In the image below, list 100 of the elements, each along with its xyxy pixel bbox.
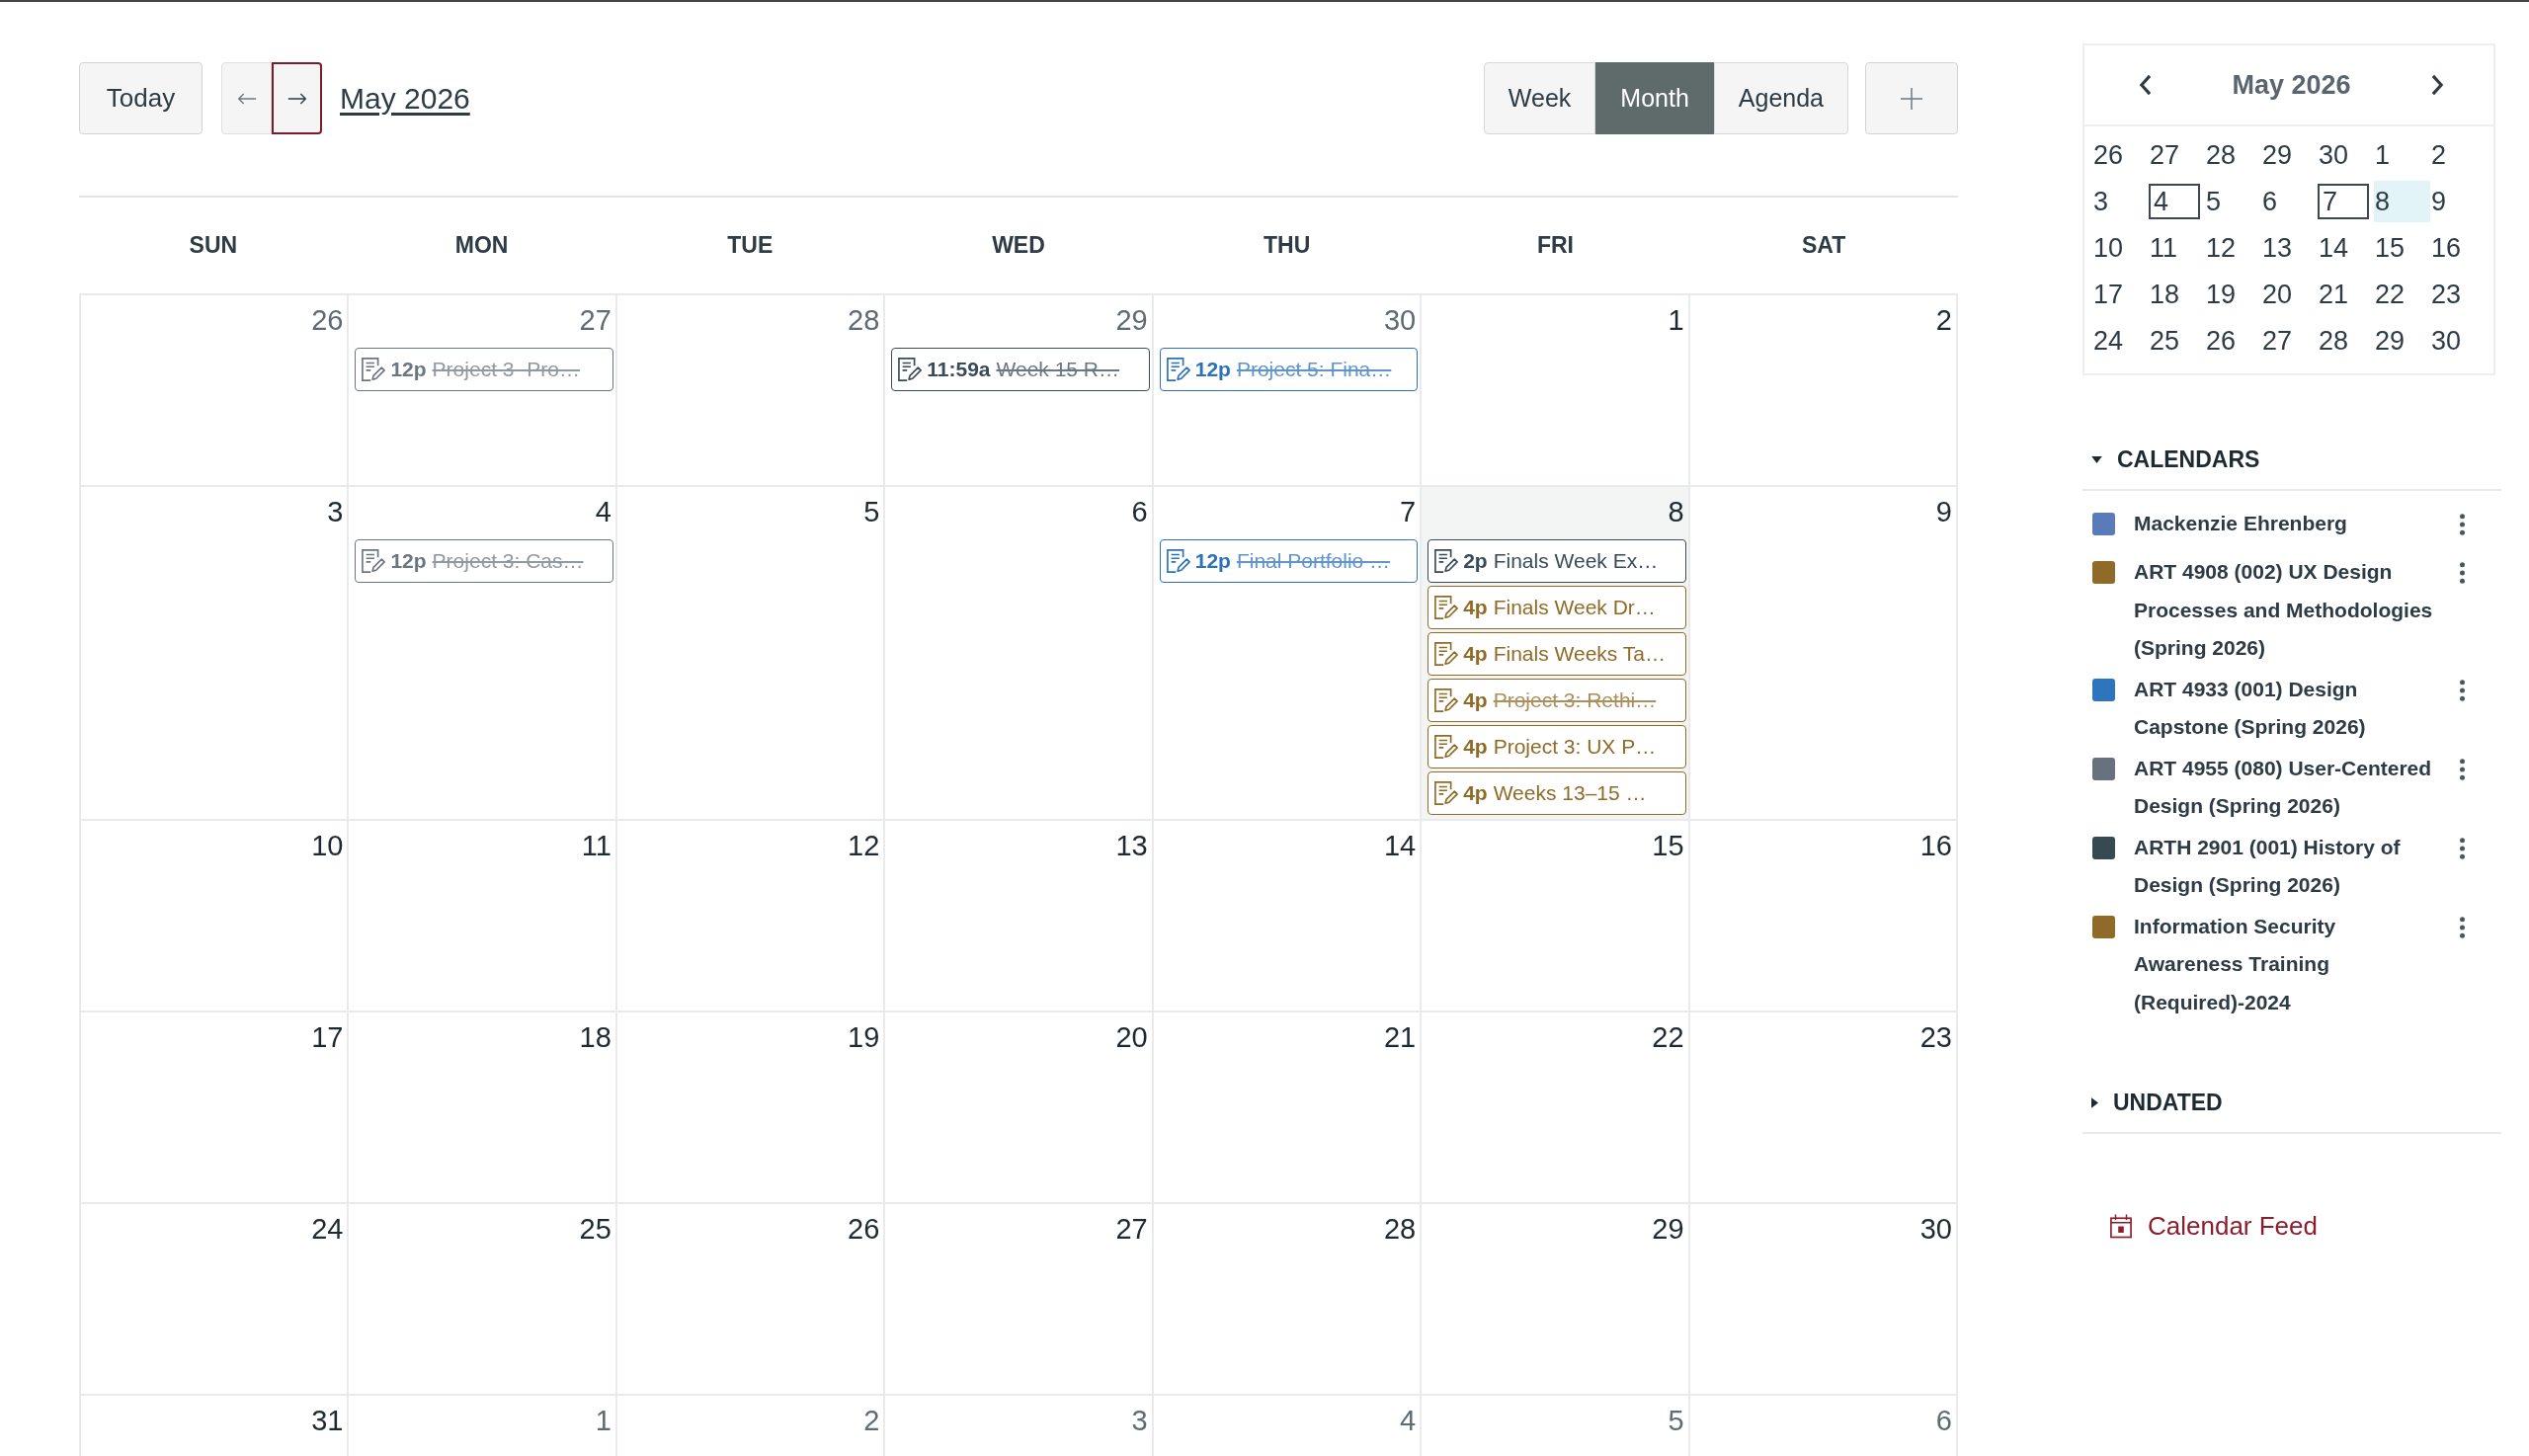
mini-day[interactable]: 12 [2205, 227, 2261, 269]
calendar-name[interactable]: ART 4955 (080) User-Centered Design (Spring 2026) [2134, 749, 2444, 826]
event-chip[interactable]: 12p Project 3- Pro… [355, 348, 613, 391]
event-chip[interactable]: 2p Finals Week Ex… [1428, 539, 1686, 583]
swatch-icon[interactable] [2092, 678, 2115, 701]
day-number[interactable]: 27 [1115, 1211, 1148, 1247]
day-number[interactable]: 24 [311, 1211, 344, 1247]
section-toggle[interactable]: CALENDARS [2082, 440, 2260, 479]
mini-day[interactable]: 28 [2205, 134, 2261, 176]
event-chip[interactable]: 12p Project 3: Cas… [355, 539, 613, 583]
day-number[interactable]: 26 [848, 1211, 880, 1247]
event-chip[interactable]: 4p Project 3: Rethi… [1428, 679, 1686, 722]
more-options-icon[interactable] [2460, 916, 2465, 938]
mini-day[interactable]: 10 [2092, 227, 2149, 269]
mini-day[interactable]: 21 [2318, 274, 2374, 315]
day-number[interactable]: 2 [863, 1403, 880, 1438]
mini-day[interactable]: 29 [2374, 320, 2430, 362]
calendar-name[interactable]: ARTH 2901 (001) History of Design (Spring 2026) [2134, 828, 2444, 905]
day-number[interactable]: 21 [1383, 1019, 1417, 1055]
event-chip[interactable]: 4p Finals Week Dr… [1428, 586, 1686, 629]
mini-day[interactable]: 7 [2318, 184, 2369, 219]
more-options-icon[interactable] [2460, 837, 2465, 859]
day-number[interactable]: 2 [1935, 302, 1952, 338]
mini-day[interactable]: 14 [2318, 227, 2374, 269]
mini-day[interactable]: 1 [2374, 134, 2430, 176]
section-toggle[interactable]: UNDATED [2082, 1083, 2223, 1122]
more-options-icon[interactable] [2460, 562, 2465, 584]
day-number[interactable]: 1 [1668, 302, 1684, 338]
mini-day[interactable]: 8 [2374, 181, 2430, 222]
swatch-icon[interactable] [2092, 757, 2115, 780]
calendar-name[interactable]: ART 4908 (002) UX Design Processes and Methodologies (Spring 2026) [2134, 553, 2444, 668]
more-options-icon[interactable] [2460, 679, 2465, 701]
mini-day[interactable]: 16 [2430, 227, 2487, 269]
day-number[interactable]: 30 [1383, 302, 1417, 338]
view-tab[interactable]: Agenda [1713, 62, 1848, 134]
day-number[interactable]: 26 [311, 302, 344, 338]
day-number[interactable]: 11 [581, 828, 612, 863]
event-chip[interactable]: 4p Finals Weeks Ta… [1428, 632, 1686, 676]
view-tab[interactable]: Week [1483, 62, 1596, 134]
view-tab[interactable]: Month [1595, 62, 1714, 134]
day-number[interactable]: 5 [863, 494, 880, 529]
mini-day[interactable]: 13 [2261, 227, 2318, 269]
mini-day[interactable]: 6 [2261, 181, 2318, 222]
calendar-name[interactable]: Information Security Awareness Training (Required)-2024 [2134, 907, 2444, 1021]
chevron-left-icon[interactable] [2139, 74, 2152, 96]
calendar-name[interactable]: ART 4933 (001) Design Capstone (Spring 2026) [2134, 670, 2444, 747]
day-number[interactable]: 23 [1919, 1019, 1952, 1055]
day-number[interactable]: 6 [1935, 1403, 1952, 1438]
mini-day[interactable]: 4 [2149, 184, 2200, 219]
day-number[interactable]: 4 [1400, 1403, 1417, 1438]
day-number[interactable]: 17 [311, 1019, 344, 1055]
mini-day[interactable]: 28 [2318, 320, 2374, 362]
mini-day[interactable]: 20 [2261, 274, 2318, 315]
event-chip[interactable]: 12p Project 5: Fina… [1159, 348, 1419, 391]
month-title[interactable]: May 2026 [340, 81, 470, 116]
mini-day[interactable]: 19 [2205, 274, 2261, 315]
mini-day[interactable]: 26 [2205, 320, 2261, 362]
day-number[interactable]: 3 [1131, 1403, 1148, 1438]
day-number[interactable]: 8 [1668, 494, 1684, 529]
calendar-name[interactable]: Mackenzie Ehrenberg [2134, 505, 2444, 543]
day-number[interactable]: 29 [1652, 1211, 1684, 1247]
next-button[interactable] [272, 62, 322, 134]
more-options-icon[interactable] [2460, 514, 2465, 535]
day-number[interactable]: 10 [311, 828, 344, 863]
day-number[interactable]: 31 [311, 1403, 344, 1438]
more-options-icon[interactable] [2460, 758, 2465, 780]
mini-day[interactable]: 3 [2092, 181, 2149, 222]
event-chip[interactable]: 4p Weeks 13–15 … [1428, 771, 1686, 815]
mini-day[interactable]: 22 [2374, 274, 2430, 315]
day-number[interactable]: 28 [848, 302, 880, 338]
day-number[interactable]: 7 [1400, 494, 1417, 529]
swatch-icon[interactable] [2092, 836, 2115, 859]
mini-day[interactable]: 27 [2261, 320, 2318, 362]
mini-day[interactable]: 30 [2318, 134, 2374, 176]
mini-day[interactable]: 18 [2149, 274, 2205, 315]
day-number[interactable]: 3 [327, 494, 344, 529]
mini-day[interactable]: 25 [2149, 320, 2205, 362]
day-number[interactable]: 19 [848, 1019, 880, 1055]
day-number[interactable]: 16 [1919, 828, 1952, 863]
mini-day[interactable]: 23 [2430, 274, 2487, 315]
mini-day[interactable]: 15 [2374, 227, 2430, 269]
day-number[interactable]: 30 [1919, 1211, 1952, 1247]
mini-day[interactable]: 30 [2430, 320, 2487, 362]
event-chip[interactable]: 4p Project 3: UX P… [1428, 725, 1686, 768]
day-number[interactable]: 18 [579, 1019, 612, 1055]
mini-day[interactable]: 29 [2261, 134, 2318, 176]
day-number[interactable]: 22 [1652, 1019, 1684, 1055]
day-number[interactable]: 29 [1115, 302, 1148, 338]
day-number[interactable]: 14 [1383, 828, 1417, 863]
mini-day[interactable]: 17 [2092, 274, 2149, 315]
day-number[interactable]: 1 [595, 1403, 612, 1438]
day-number[interactable]: 6 [1131, 494, 1148, 529]
mini-day[interactable]: 26 [2092, 134, 2149, 176]
chevron-right-icon[interactable] [2431, 74, 2444, 96]
day-number[interactable]: 9 [1935, 494, 1952, 529]
mini-day[interactable]: 9 [2430, 181, 2487, 222]
mini-day[interactable]: 27 [2149, 134, 2205, 176]
event-chip[interactable]: 11:59a Week 15 R… [891, 348, 1150, 391]
today-button[interactable]: Today [79, 62, 203, 134]
event-chip[interactable]: 12p Final Portfolio … [1159, 539, 1419, 583]
